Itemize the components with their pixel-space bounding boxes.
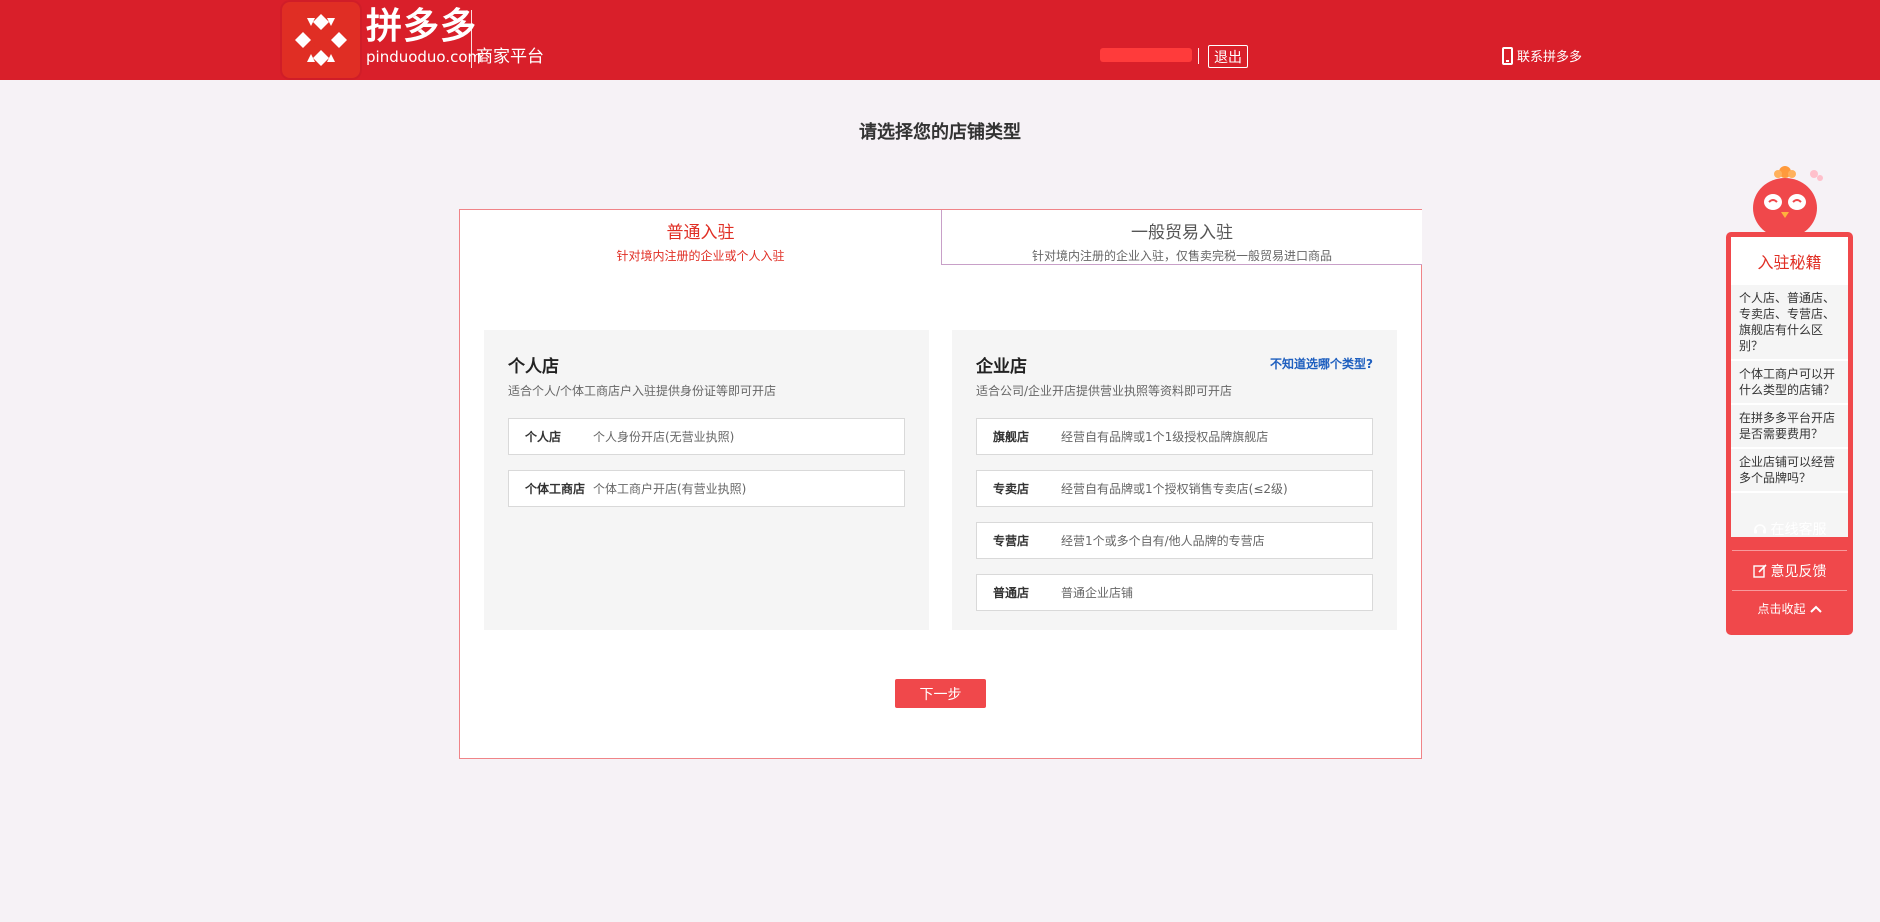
top-header: 拼 拼多多 pinduoduo.com 商家平台 退出 联系拼多多 xyxy=(0,0,1880,80)
brand-divider xyxy=(471,10,472,68)
option-desc: 个人身份开店(无营业执照) xyxy=(593,430,735,444)
option-desc: 普通企业店铺 xyxy=(1061,586,1134,600)
tab-general-trade-entry[interactable]: 一般贸易入驻 针对境内注册的企业入驻，仅售卖完税一般贸易进口商品 xyxy=(941,210,1422,265)
logo-mark: 拼 xyxy=(313,31,330,52)
card-title: 企业店 xyxy=(976,357,1027,377)
logo-pattern-icon: 拼 xyxy=(293,12,349,68)
option-name: 个人店 xyxy=(525,430,562,444)
option-name: 个体工商店 xyxy=(525,482,586,496)
next-step-button[interactable]: 下一步 xyxy=(895,679,986,708)
phone-icon xyxy=(1502,46,1513,65)
card-desc: 适合公司/企业开店提供营业执照等资料即可开店 xyxy=(976,384,1233,398)
option-desc: 个体工商户开店(有营业执照) xyxy=(593,482,747,496)
personal-store-card: 个人店 适合个人/个体工商店户入驻提供身份证等即可开店 个人店 个人身份开店(无… xyxy=(484,330,929,630)
tip-question[interactable]: 个人店、普通店、专卖店、专营店、旗舰店有什么区别？ xyxy=(1731,285,1848,361)
option-desc: 经营自有品牌或1个授权销售专卖店(≤2级) xyxy=(1061,482,1288,496)
contact-link[interactable]: 联系拼多多 xyxy=(1502,46,1582,65)
option-name: 旗舰店 xyxy=(993,430,1030,444)
tab-subtitle: 针对境内注册的企业或个人入驻 xyxy=(616,249,785,263)
feedback-button[interactable]: 意见反馈 xyxy=(1732,550,1847,590)
collapse-button[interactable]: 点击收起 xyxy=(1732,590,1847,626)
header-divider xyxy=(1198,48,1199,64)
option-personal-store[interactable]: 个人店 个人身份开店(无营业执照) xyxy=(508,418,905,455)
account-name-redacted xyxy=(1100,48,1192,62)
enterprise-store-card: 企业店 不知道选哪个类型? 适合公司/企业开店提供营业执照等资料即可开店 旗舰店… xyxy=(952,330,1397,630)
option-name: 专卖店 xyxy=(993,482,1030,496)
logout-button[interactable]: 退出 xyxy=(1208,45,1248,68)
store-type-panel: 普通入驻 针对境内注册的企业或个人入驻 一般贸易入驻 针对境内注册的企业入驻，仅… xyxy=(459,209,1422,759)
option-specialty-store[interactable]: 专营店 经营1个或多个自有/他人品牌的专营店 xyxy=(976,522,1373,559)
brand-cn: 拼多多 xyxy=(366,6,478,47)
tab-normal-entry[interactable]: 普通入驻 针对境内注册的企业或个人入驻 xyxy=(460,210,941,265)
option-desc: 经营自有品牌或1个1级授权品牌旗舰店 xyxy=(1061,430,1269,444)
option-desc: 经营1个或多个自有/他人品牌的专营店 xyxy=(1061,534,1265,548)
collapse-label: 点击收起 xyxy=(1757,602,1806,616)
headset-icon xyxy=(1753,524,1766,534)
tip-question[interactable]: 企业店铺可以经营多个品牌吗？ xyxy=(1731,449,1848,493)
option-flagship-store[interactable]: 旗舰店 经营自有品牌或1个1级授权品牌旗舰店 xyxy=(976,418,1373,455)
option-ordinary-store[interactable]: 普通店 普通企业店铺 xyxy=(976,574,1373,611)
option-individual-business[interactable]: 个体工商店 个体工商户开店(有营业执照) xyxy=(508,470,905,507)
pinduoduo-logo[interactable]: 拼 xyxy=(282,2,360,78)
page-title: 请选择您的店铺类型 xyxy=(859,122,1021,143)
chevron-up-icon xyxy=(1809,605,1822,613)
feedback-label: 意见反馈 xyxy=(1770,563,1827,580)
brand-en: pinduoduo.com xyxy=(366,48,483,66)
card-desc: 适合个人/个体工商店户入驻提供身份证等即可开店 xyxy=(508,384,777,398)
online-service-label: 在线客服 xyxy=(1770,522,1827,538)
tips-title: 入驻秘籍 xyxy=(1731,237,1848,285)
help-which-type-link[interactable]: 不知道选哪个类型? xyxy=(1270,355,1373,372)
online-service-button[interactable]: 在线客服 xyxy=(1732,509,1847,549)
mascot-icon xyxy=(1753,166,1823,236)
tip-question[interactable]: 个体工商户可以开什么类型的店铺？ xyxy=(1731,361,1848,405)
entry-tips-panel: 入驻秘籍 个人店、普通店、专卖店、专营店、旗舰店有什么区别？ 个体工商户可以开什… xyxy=(1726,232,1853,635)
tab-title: 普通入驻 xyxy=(666,223,735,243)
tips-list: 入驻秘籍 个人店、普通店、专卖店、专营店、旗舰店有什么区别？ 个体工商户可以开什… xyxy=(1731,237,1848,537)
option-name: 专营店 xyxy=(993,534,1030,548)
platform-label: 商家平台 xyxy=(476,47,544,67)
tab-title: 一般贸易入驻 xyxy=(1131,223,1233,243)
option-name: 普通店 xyxy=(993,586,1030,600)
brand-name[interactable]: 拼多多 pinduoduo.com xyxy=(366,6,483,67)
edit-icon xyxy=(1752,563,1767,578)
contact-label: 联系拼多多 xyxy=(1517,50,1583,65)
tip-question[interactable]: 在拼多多平台开店是否需要费用？ xyxy=(1731,405,1848,449)
card-title: 个人店 xyxy=(508,357,559,377)
option-exclusive-store[interactable]: 专卖店 经营自有品牌或1个授权销售专卖店(≤2级) xyxy=(976,470,1373,507)
tab-subtitle: 针对境内注册的企业入驻，仅售卖完税一般贸易进口商品 xyxy=(1031,249,1332,263)
